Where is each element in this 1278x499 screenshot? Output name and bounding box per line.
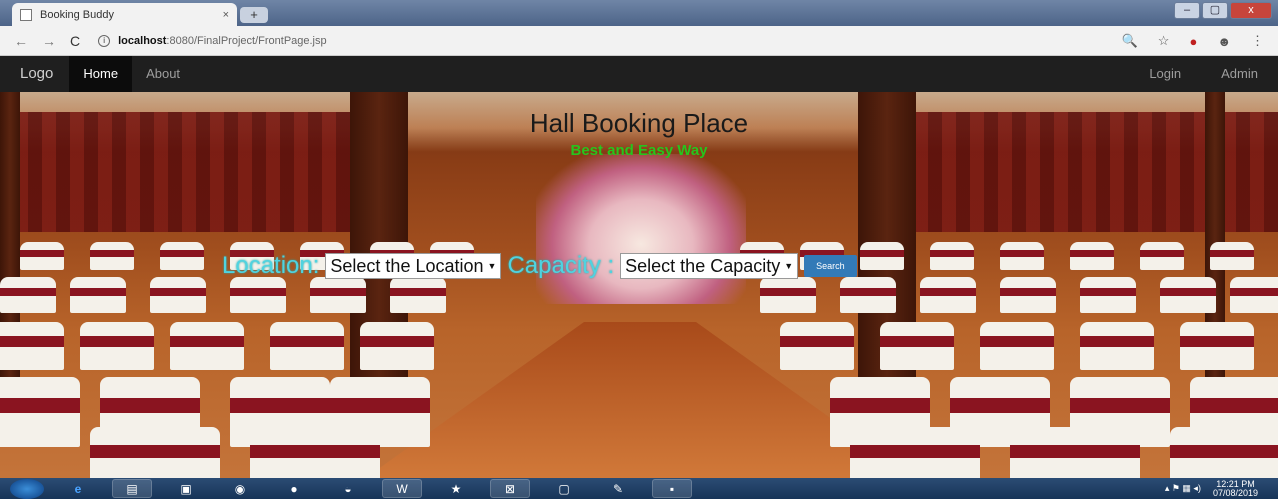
cmd-icon[interactable]: ▪ [652, 479, 692, 498]
hero-background: Hall Booking Place Best and Easy Way Loc… [0, 92, 1278, 478]
ie-icon[interactable]: e [58, 479, 98, 498]
browser-titlebar: Booking Buddy × + – ▢ x [0, 0, 1278, 26]
nav-about-link[interactable]: About [132, 56, 194, 92]
reload-button[interactable]: C [70, 33, 80, 49]
hall-chair [0, 277, 56, 313]
hall-chair [150, 277, 206, 313]
search-form: Location: Select the Location ▼ Capacity… [222, 252, 857, 280]
chevron-down-icon: ▼ [784, 261, 794, 271]
hall-chair [250, 427, 380, 478]
system-tray: ▴ ⚑ ▦ ◂) 12:21 PM 07/08/2019 [1165, 478, 1258, 499]
hall-chair [860, 242, 904, 270]
tray-icons[interactable]: ▴ ⚑ ▦ ◂) [1165, 483, 1201, 494]
hall-chair [1000, 277, 1056, 313]
minimize-button[interactable]: – [1174, 2, 1200, 19]
paint-icon[interactable]: ✎ [598, 479, 638, 498]
hall-chair [90, 242, 134, 270]
brand-logo-link[interactable]: Logo [0, 56, 69, 92]
search-button[interactable]: Search [804, 255, 857, 277]
hall-chair [980, 322, 1054, 370]
page-subtitle: Best and Easy Way [570, 142, 708, 159]
hall-chair [1230, 277, 1278, 313]
hall-chair [90, 427, 220, 478]
capacity-label: Capacity : [507, 252, 615, 279]
favicon-icon [20, 8, 32, 21]
hall-chair [160, 242, 204, 270]
hall-chair [390, 277, 446, 313]
outlook-icon[interactable]: ▣ [166, 479, 206, 498]
hall-chair [780, 322, 854, 370]
url-host: localhost [118, 34, 167, 47]
hall-chair [70, 277, 126, 313]
start-orb-icon[interactable] [10, 478, 44, 499]
hall-chair [1080, 322, 1154, 370]
location-label: Location: [222, 252, 320, 279]
menu-icon[interactable]: ⋮ [1251, 33, 1264, 49]
toolbar-icons: 🔍 ☆ ● ☻ ⋮ [1122, 33, 1264, 49]
hall-chair [1180, 322, 1254, 370]
window-controls: – ▢ x [1174, 2, 1272, 19]
nav-right: Login Admin [1129, 56, 1278, 92]
app-icon[interactable]: ★ [436, 479, 476, 498]
info-icon[interactable]: i [98, 34, 111, 47]
nav-admin-link[interactable]: Admin [1201, 56, 1278, 92]
chrome-icon[interactable]: ◉ [220, 479, 260, 498]
virtualbox-icon[interactable]: ▢ [544, 479, 584, 498]
hall-chair [1160, 277, 1216, 313]
word-icon[interactable]: W [382, 479, 422, 498]
hall-chair [230, 277, 286, 313]
hall-chair [0, 322, 64, 370]
browser-tab[interactable]: Booking Buddy × [12, 3, 237, 26]
hall-chair [1070, 242, 1114, 270]
hall-chair [1080, 277, 1136, 313]
hall-chair [1000, 242, 1044, 270]
tab-title: Booking Buddy [40, 8, 114, 21]
explorer-icon[interactable]: ▤ [112, 479, 152, 498]
location-select[interactable]: Select the Location ▼ [325, 253, 502, 279]
windows-taskbar: e ▤ ▣ ◉ ● ◒ W ★ ⊠ ▢ ✎ ▪ ▴ ⚑ ▦ ◂) 12:21 P… [0, 478, 1278, 499]
hall-chair [20, 242, 64, 270]
capacity-select[interactable]: Select the Capacity ▼ [620, 253, 799, 279]
zoom-search-icon[interactable]: 🔍 [1122, 33, 1138, 49]
hall-chair [0, 377, 80, 447]
hall-chair [880, 322, 954, 370]
xampp-icon[interactable]: ⊠ [490, 479, 530, 498]
hall-chair [170, 322, 244, 370]
hall-chair [1210, 242, 1254, 270]
tab-close-button[interactable]: × [223, 9, 229, 21]
site-navbar: Logo Home About Login Admin [0, 56, 1278, 92]
hall-chair [850, 427, 980, 478]
hall-chair [310, 277, 366, 313]
back-button[interactable]: ← [14, 33, 28, 49]
url-field[interactable]: i localhost :8080/FinalProject/FrontPage… [98, 34, 327, 47]
hall-chair [920, 277, 976, 313]
address-bar: ← → C i localhost :8080/FinalProject/Fro… [0, 26, 1278, 56]
hall-chair [930, 242, 974, 270]
hall-chair [1140, 242, 1184, 270]
hall-chair [1010, 427, 1140, 478]
chevron-down-icon: ▼ [487, 261, 497, 271]
hall-chair [1170, 427, 1278, 478]
maximize-button[interactable]: ▢ [1202, 2, 1228, 19]
eclipse-icon[interactable]: ◒ [328, 479, 368, 498]
nav-home-link[interactable]: Home [69, 56, 133, 92]
extension-icon[interactable]: ● [1189, 34, 1197, 49]
hall-chair [360, 322, 434, 370]
firefox-icon[interactable]: ● [274, 479, 314, 498]
page-title: Hall Booking Place [529, 108, 749, 138]
hall-chair [270, 322, 344, 370]
forward-button[interactable]: → [42, 33, 56, 49]
hall-chair [840, 277, 896, 313]
decorated-stage [536, 154, 746, 304]
hall-chair [80, 322, 154, 370]
clock[interactable]: 12:21 PM 07/08/2019 [1213, 479, 1258, 498]
star-icon[interactable]: ☆ [1158, 33, 1170, 49]
new-tab-button[interactable]: + [240, 7, 268, 23]
hall-chair [760, 277, 816, 313]
url-path: :8080/FinalProject/FrontPage.jsp [166, 34, 327, 47]
nav-login-link[interactable]: Login [1129, 56, 1201, 92]
profile-icon[interactable]: ☻ [1217, 34, 1231, 49]
close-window-button[interactable]: x [1230, 2, 1272, 19]
